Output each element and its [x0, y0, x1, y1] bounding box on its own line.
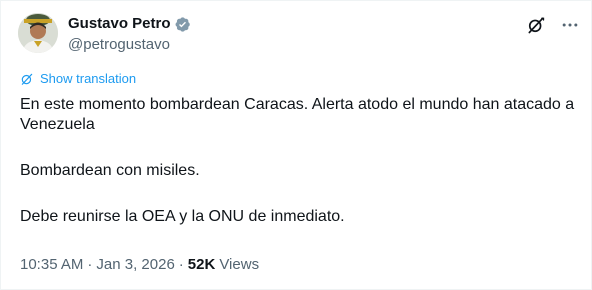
- tweet-paragraph: En este momento bombardean Caracas. Aler…: [20, 96, 575, 133]
- more-horizontal-icon[interactable]: [560, 15, 580, 35]
- views-count[interactable]: 52K: [188, 255, 216, 275]
- avatar[interactable]: [18, 13, 58, 53]
- verified-badge-icon[interactable]: [174, 16, 191, 33]
- show-translation-label: Show translation: [40, 71, 137, 86]
- tweet-paragraph: Bombardean con misiles.: [20, 162, 200, 179]
- tweet-header: Gustavo Petro @petrogustavo: [68, 14, 191, 54]
- tweet-text: En este momento bombardean Caracas. Aler…: [20, 95, 575, 227]
- grok-icon[interactable]: [526, 15, 546, 35]
- top-actions: [526, 15, 580, 35]
- tweet-meta: 10:35 AM · Jan 3, 2026 · 52K Views: [20, 255, 259, 275]
- profile-photo-icon: [18, 13, 58, 53]
- tweet-paragraph: Debe reunirse la OEA y la ONU de inmedia…: [20, 208, 345, 225]
- display-name[interactable]: Gustavo Petro: [68, 14, 171, 34]
- tweet-time-link[interactable]: 10:35 AM: [20, 255, 83, 275]
- globe-icon: [21, 73, 33, 85]
- show-translation-button[interactable]: Show translation: [20, 71, 136, 87]
- user-handle[interactable]: @petrogustavo: [68, 35, 191, 55]
- name-row: Gustavo Petro: [68, 14, 191, 34]
- meta-separator: ·: [87, 256, 93, 273]
- meta-separator: ·: [178, 256, 184, 273]
- tweet-date-link[interactable]: Jan 3, 2026: [96, 255, 174, 275]
- tweet-card: Gustavo Petro @petrogustavo Show transla…: [0, 0, 592, 290]
- views-label: Views: [219, 256, 260, 273]
